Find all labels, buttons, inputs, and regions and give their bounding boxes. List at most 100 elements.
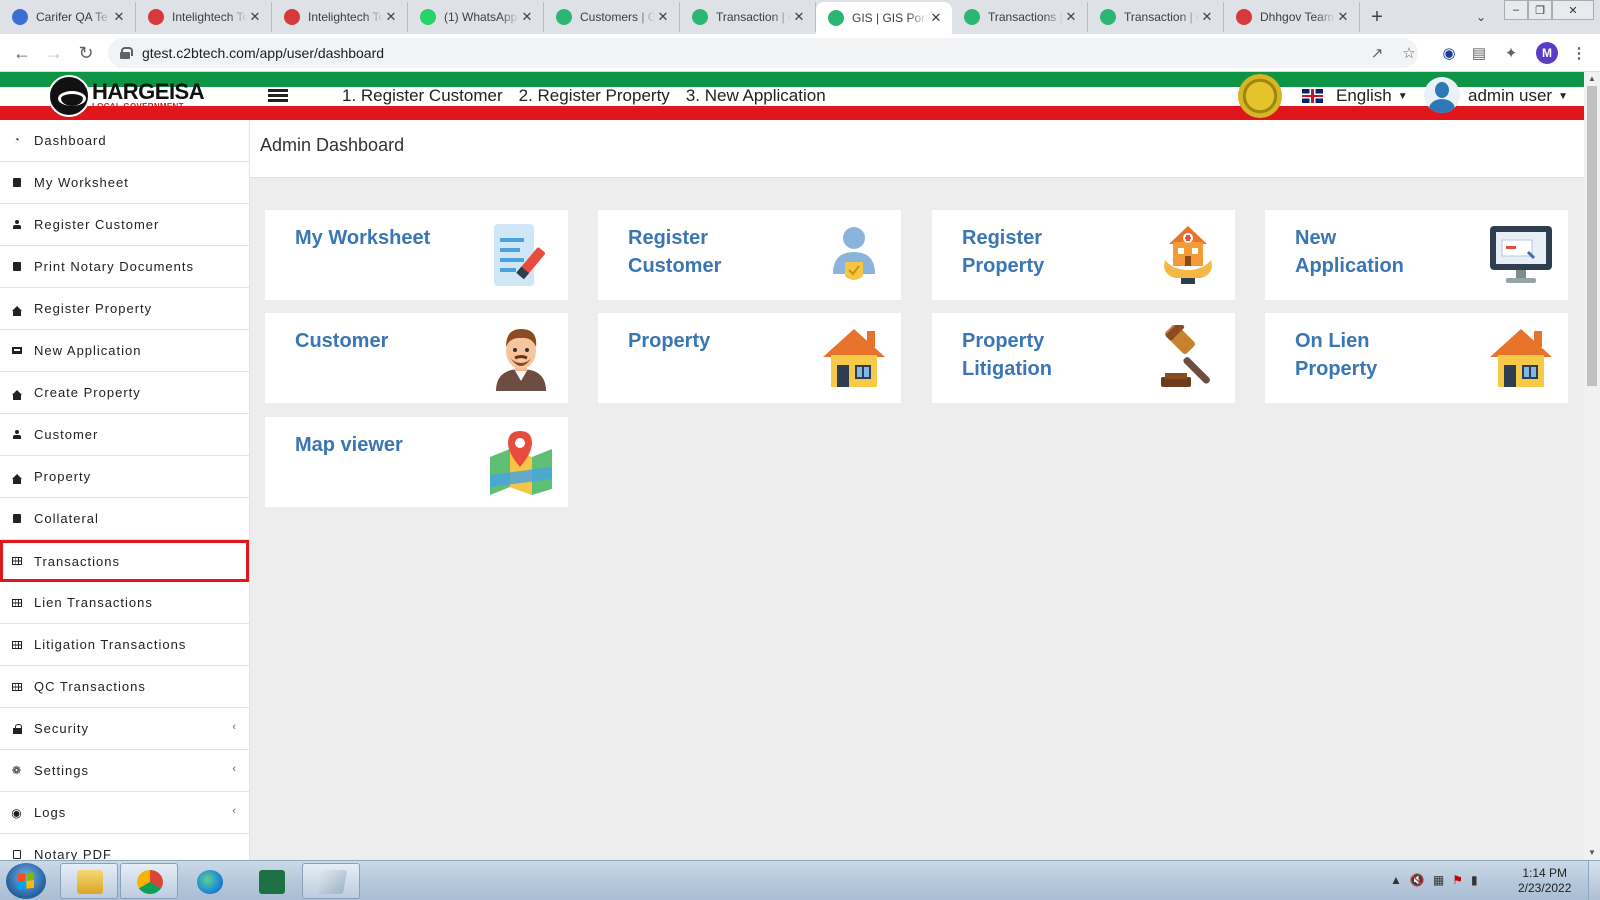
network-adapter-icon[interactable]: ▦ [1433, 873, 1444, 887]
card-new-application[interactable]: New Application [1265, 210, 1568, 300]
taskbar-app-button[interactable] [302, 863, 360, 899]
bookmark-star-icon[interactable]: ☆ [1398, 42, 1420, 64]
taskbar-chrome-button[interactable] [120, 863, 178, 899]
browser-tab[interactable]: Intelightech Te ✕ [136, 2, 272, 32]
sidebar-item-create-property[interactable]: Create Property [0, 372, 249, 414]
scrollbar-thumb[interactable] [1587, 86, 1597, 386]
scroll-up-icon[interactable]: ▲ [1588, 74, 1596, 83]
signal-strength-icon[interactable]: ▮ [1471, 873, 1478, 887]
gavel-icon [1155, 322, 1221, 391]
quick-link-new-application[interactable]: 3. New Application [686, 86, 826, 106]
browser-tab[interactable]: Carifer QA Te ✕ [0, 2, 136, 32]
page-scrollbar[interactable]: ▲ ▼ [1584, 72, 1600, 860]
tab-close-icon[interactable]: ✕ [519, 9, 535, 25]
show-hidden-icons-icon[interactable]: ▲ [1390, 873, 1402, 887]
logo-subtitle: LOCAL GOVERNMENT [92, 102, 184, 111]
browser-menu-icon[interactable]: ⋮ [1568, 42, 1590, 64]
browser-tab[interactable]: Transaction | G ✕ [1088, 2, 1224, 32]
browser-tab[interactable]: Transactions | ✕ [952, 2, 1088, 32]
system-clock[interactable]: 1:14 PM 2/23/2022 [1518, 866, 1571, 896]
scroll-down-icon[interactable]: ▼ [1588, 848, 1596, 857]
sidebar-item-transactions[interactable]: Transactions [0, 540, 249, 582]
notepad-icon [316, 870, 348, 894]
tab-close-icon[interactable]: ✕ [791, 9, 807, 25]
browser-tab[interactable]: Transaction | G ✕ [680, 2, 816, 32]
tab-close-icon[interactable]: ✕ [1335, 9, 1351, 25]
card-on-lien-property[interactable]: On Lien Property [1265, 313, 1568, 403]
sidebar-item-settings[interactable]: ❁ Settings ‹ [0, 750, 249, 792]
tab-close-icon[interactable]: ✕ [1199, 9, 1215, 25]
tab-close-icon[interactable]: ✕ [928, 10, 944, 26]
page-title: Admin Dashboard [250, 120, 1584, 178]
sidebar-item-collateral[interactable]: Collateral [0, 498, 249, 540]
sidebar-item-lien-transactions[interactable]: Lien Transactions [0, 582, 249, 624]
card-map-viewer[interactable]: Map viewer [265, 417, 568, 507]
show-desktop-button[interactable] [1588, 861, 1600, 900]
restore-button[interactable]: ❐ [1528, 0, 1552, 20]
map-pin-icon [488, 429, 554, 495]
user-avatar[interactable] [1424, 77, 1460, 113]
language-dropdown[interactable]: English ▼ [1336, 86, 1408, 106]
browser-tab[interactable]: Dhhgov Team ✕ [1224, 2, 1360, 32]
tab-close-icon[interactable]: ✕ [247, 9, 263, 25]
tab-search-chevron-icon[interactable]: ⌄ [1470, 6, 1492, 28]
minimize-button[interactable]: – [1504, 0, 1528, 20]
clipboard-icon[interactable]: ▤ [1468, 42, 1490, 64]
card-my-worksheet[interactable]: My Worksheet [265, 210, 568, 300]
quick-link-register-customer[interactable]: 1. Register Customer [342, 86, 503, 106]
tab-title: Transaction | G [1124, 10, 1199, 24]
card-property-litigation[interactable]: Property Litigation [932, 313, 1235, 403]
browser-tab[interactable]: (1) WhatsApp ✕ [408, 2, 544, 32]
header-green-stripe [0, 72, 1584, 87]
extensions-puzzle-icon[interactable]: ✦ [1500, 42, 1522, 64]
browser-tab[interactable]: Intelightech Te ✕ [272, 2, 408, 32]
tab-close-icon[interactable]: ✕ [655, 9, 671, 25]
card-customer[interactable]: Customer [265, 313, 568, 403]
new-tab-button[interactable]: + [1360, 2, 1394, 32]
share-icon[interactable]: ↗ [1366, 42, 1388, 64]
taskbar-edge-button[interactable] [180, 863, 238, 899]
sidebar-item-logs[interactable]: ◉ Logs ‹ [0, 792, 249, 834]
card-register-customer[interactable]: Register Customer [598, 210, 901, 300]
close-window-button[interactable]: ✕ [1552, 0, 1594, 20]
sidebar-item-notary-pdf[interactable]: Notary PDF [0, 834, 249, 860]
taskbar-excel-button[interactable] [242, 863, 300, 899]
back-arrow-icon[interactable]: ← [8, 40, 36, 66]
action-center-icon[interactable]: ⚑ [1452, 873, 1463, 887]
sidebar-item-my-worksheet[interactable]: My Worksheet [0, 162, 249, 204]
home-icon [12, 304, 22, 316]
quick-link-register-property[interactable]: 2. Register Property [519, 86, 670, 106]
sidebar-item-register-property[interactable]: Register Property [0, 288, 249, 330]
sidebar-item-litigation-transactions[interactable]: Litigation Transactions [0, 624, 249, 666]
tab-close-icon[interactable]: ✕ [111, 9, 127, 25]
tab-close-icon[interactable]: ✕ [1063, 9, 1079, 25]
sidebar-item-dashboard[interactable]: ◔ Dashboard [0, 120, 249, 162]
sidebar-item-new-application[interactable]: New Application [0, 330, 249, 372]
sidebar-item-register-customer[interactable]: Register Customer [0, 204, 249, 246]
address-bar[interactable]: gtest.c2btech.com/app/user/dashboard [108, 38, 1418, 68]
tab-title: Intelightech Te [308, 10, 383, 24]
taskbar-explorer-button[interactable] [60, 863, 118, 899]
extension-shield-icon[interactable]: ◉ [1438, 42, 1460, 64]
profile-avatar[interactable]: M [1536, 42, 1558, 64]
user-menu-dropdown[interactable]: admin user ▼ [1468, 86, 1568, 106]
card-register-property[interactable]: Register Property [932, 210, 1235, 300]
sidebar-item-security[interactable]: Security ‹ [0, 708, 249, 750]
sidebar-item-label: Logs [34, 805, 67, 820]
browser-tab[interactable]: GIS | GIS Port ✕ [816, 2, 952, 34]
reload-icon[interactable]: ↻ [72, 40, 100, 66]
forward-arrow-icon[interactable]: → [40, 40, 68, 66]
tab-close-icon[interactable]: ✕ [383, 9, 399, 25]
start-button[interactable] [6, 863, 46, 899]
tab-title: Customers | G [580, 10, 655, 24]
sidebar-item-qc-transactions[interactable]: QC Transactions [0, 666, 249, 708]
hamburger-menu-icon[interactable] [268, 89, 288, 103]
sidebar-item-property[interactable]: Property [0, 456, 249, 498]
volume-muted-icon[interactable]: 🔇 [1410, 873, 1425, 887]
browser-tab[interactable]: Customers | G ✕ [544, 2, 680, 32]
hargeisa-logo[interactable]: HARGEISA LOCAL GOVERNMENT [48, 75, 205, 117]
sidebar-item-print-notary-documents[interactable]: Print Notary Documents [0, 246, 249, 288]
sidebar-item-customer[interactable]: Customer [0, 414, 249, 456]
card-property[interactable]: Property [598, 313, 901, 403]
caret-down-icon: ▼ [1558, 91, 1569, 102]
